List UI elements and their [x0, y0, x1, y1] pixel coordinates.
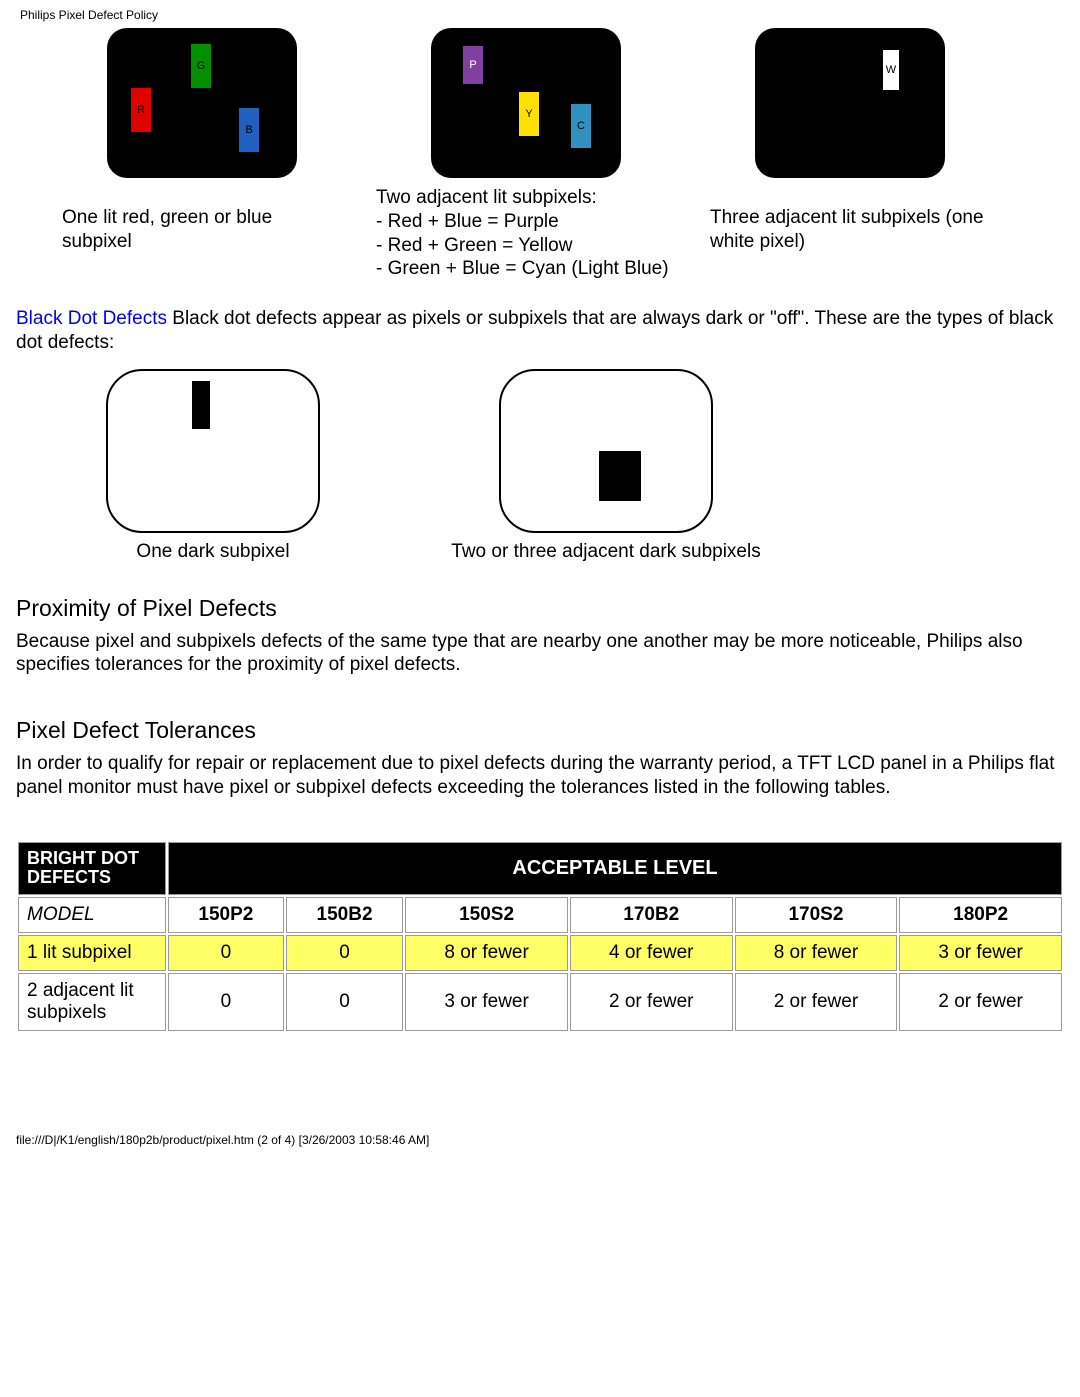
body-proximity: Because pixel and subpixels defects of t… — [16, 630, 1064, 678]
dark-col-1: One dark subpixel — [106, 369, 320, 563]
caption-two-adjacent: Two adjacent lit subpixels: - Red + Blue… — [376, 186, 676, 281]
cell: 0 — [168, 935, 284, 971]
table-row: 2 adjacent lit subpixels 0 0 3 or fewer … — [18, 973, 1062, 1031]
cell: 2 or fewer — [570, 973, 733, 1031]
subpixel-white: W — [883, 50, 899, 90]
caption-two-three-dark: Two or three adjacent dark subpixels — [436, 541, 776, 563]
model-5: 180P2 — [899, 897, 1062, 933]
subpixel-purple: P — [463, 46, 483, 84]
caption-two-adj-3: - Green + Blue = Cyan (Light Blue) — [376, 257, 676, 281]
screen-pyc: P Y C — [431, 28, 621, 178]
cell: 0 — [286, 973, 403, 1031]
screen-rgb: R G B — [107, 28, 297, 178]
subpixel-yellow: Y — [519, 92, 539, 136]
table-model-row: MODEL 150P2 150B2 150S2 170B2 170S2 180P… — [18, 897, 1062, 933]
caption-two-adj-title: Two adjacent lit subpixels: — [376, 186, 676, 210]
model-4: 170S2 — [735, 897, 898, 933]
cell: 3 or fewer — [899, 935, 1062, 971]
black-dot-text: Black dot defects appear as pixels or su… — [16, 308, 1053, 353]
cell: 8 or fewer — [735, 935, 898, 971]
dark-col-2: Two or three adjacent dark subpixels — [436, 369, 776, 563]
diagram-col-3: W Three adjacent lit subpixels (one whit… — [710, 28, 990, 254]
page-body: R G B One lit red, green or blue subpixe… — [0, 28, 1080, 1043]
caption-one-lit: One lit red, green or blue subpixel — [62, 206, 342, 254]
th-bright-dot: BRIGHT DOT DEFECTS — [18, 842, 166, 896]
dark-subpixel — [192, 381, 210, 429]
body-tolerances: In order to qualify for repair or replac… — [16, 752, 1064, 800]
row-label: 1 lit subpixel — [18, 935, 166, 971]
cell: 0 — [286, 935, 403, 971]
page-footer: file:///D|/K1/english/180p2b/product/pix… — [0, 1043, 1080, 1153]
caption-three-adjacent: Three adjacent lit subpixels (one white … — [710, 206, 990, 254]
subpixel-cyan: C — [571, 104, 591, 148]
diagram-col-2: P Y C Two adjacent lit subpixels: - Red … — [376, 28, 676, 281]
diagram-col-1: R G B One lit red, green or blue subpixe… — [62, 28, 342, 254]
dark-dot-diagram-row: One dark subpixel Two or three adjacent … — [106, 369, 1064, 563]
th-acceptable: ACCEPTABLE LEVEL — [168, 842, 1062, 896]
caption-two-adj-2: - Red + Green = Yellow — [376, 234, 676, 258]
bright-dot-diagram-row: R G B One lit red, green or blue subpixe… — [16, 28, 1064, 281]
cell: 2 or fewer — [735, 973, 898, 1031]
subpixel-green: G — [191, 44, 211, 88]
model-0: 150P2 — [168, 897, 284, 933]
dark-block — [599, 451, 641, 501]
screen-white: W — [755, 28, 945, 178]
caption-two-adj-1: - Red + Blue = Purple — [376, 210, 676, 234]
monitor-multi-dark — [499, 369, 713, 533]
cell: 0 — [168, 973, 284, 1031]
model-1: 150B2 — [286, 897, 403, 933]
black-dot-paragraph: Black Dot Defects Black dot defects appe… — [16, 307, 1064, 355]
black-dot-link[interactable]: Black Dot Defects — [16, 308, 167, 329]
th-model: MODEL — [18, 897, 166, 933]
subpixel-red: R — [131, 88, 151, 132]
row-label: 2 adjacent lit subpixels — [18, 973, 166, 1031]
caption-one-dark: One dark subpixel — [106, 541, 320, 563]
monitor-one-dark — [106, 369, 320, 533]
cell: 4 or fewer — [570, 935, 733, 971]
cell: 3 or fewer — [405, 973, 568, 1031]
table-row: 1 lit subpixel 0 0 8 or fewer 4 or fewer… — [18, 935, 1062, 971]
model-3: 170B2 — [570, 897, 733, 933]
cell: 8 or fewer — [405, 935, 568, 971]
page-header: Philips Pixel Defect Policy — [0, 0, 1080, 26]
cell: 2 or fewer — [899, 973, 1062, 1031]
subpixel-blue: B — [239, 108, 259, 152]
tolerance-table: BRIGHT DOT DEFECTS ACCEPTABLE LEVEL MODE… — [16, 840, 1064, 1034]
table-head-row: BRIGHT DOT DEFECTS ACCEPTABLE LEVEL — [18, 842, 1062, 896]
heading-tolerances: Pixel Defect Tolerances — [16, 717, 1064, 744]
model-2: 150S2 — [405, 897, 568, 933]
heading-proximity: Proximity of Pixel Defects — [16, 595, 1064, 622]
